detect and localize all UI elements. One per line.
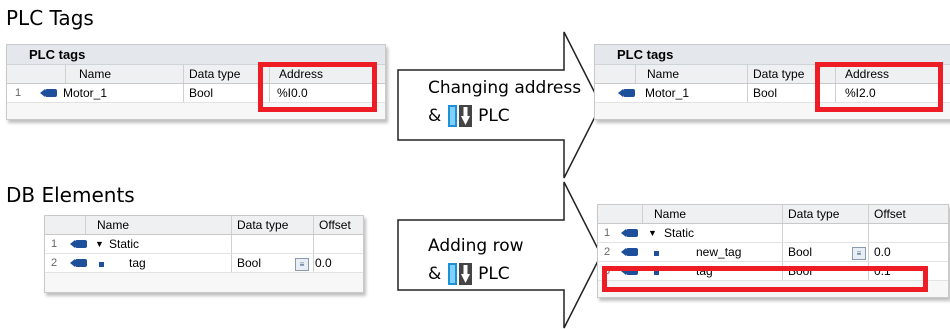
element-offset: 0.0 <box>315 256 332 270</box>
column-header-name[interactable]: Name <box>79 65 111 83</box>
row-number: 2 <box>51 257 58 269</box>
arrow-bottom-label: Adding row <box>428 236 524 256</box>
tag-name[interactable]: Motor_1 <box>645 84 689 102</box>
struct-icon <box>621 224 638 242</box>
table-row[interactable]: 2 new_tag Bool ≡ 0.0 <box>598 243 948 262</box>
tag-data-type[interactable]: Bool <box>189 84 213 102</box>
bullet-icon <box>99 254 104 272</box>
bullet-icon <box>654 243 659 261</box>
arrow-bottom-line2: & PLC <box>428 263 510 285</box>
new-row-highlight <box>602 266 928 292</box>
column-header-data-type[interactable]: Data type <box>753 65 804 83</box>
download-to-plc-icon <box>447 105 472 127</box>
arrow-top-label: Changing address <box>428 78 582 98</box>
table-row[interactable]: 1 ▼ Static <box>45 235 363 254</box>
element-data-type[interactable]: Bool <box>788 243 812 261</box>
row-number: 1 <box>604 227 611 239</box>
tag-icon <box>40 84 57 102</box>
column-header-data-type[interactable]: Data type <box>189 65 240 83</box>
arrow-top-line2: & PLC <box>428 105 510 127</box>
tag-icon <box>70 254 87 272</box>
tag-data-type[interactable]: Bool <box>753 84 777 102</box>
column-header-name[interactable]: Name <box>647 65 679 83</box>
column-header-name[interactable]: Name <box>97 216 129 234</box>
column-header-name[interactable]: Name <box>654 205 686 223</box>
column-header-data-type[interactable]: Data type <box>788 205 839 223</box>
column-header-offset[interactable]: Offset <box>319 216 351 234</box>
table-row[interactable]: 2 tag Bool ≡ 0.0 <box>45 254 363 273</box>
address-highlight-before <box>258 62 377 112</box>
list-icon[interactable]: ≡ <box>852 243 866 261</box>
element-data-type[interactable]: Bool <box>237 254 261 272</box>
element-name[interactable]: Static <box>664 224 694 242</box>
table-row[interactable]: 1 ▼ Static <box>598 224 948 243</box>
db-elements-table-before: Name Data type Offset 1 ▼ Static 2 tag B… <box>44 215 364 293</box>
column-header-offset[interactable]: Offset <box>874 205 906 223</box>
plc-tags-heading: PLC Tags <box>6 6 94 30</box>
element-name[interactable]: new_tag <box>696 243 741 261</box>
tag-icon <box>618 84 635 102</box>
row-number: 1 <box>15 87 22 99</box>
tag-icon <box>621 243 638 261</box>
table-header: Name Data type Offset <box>598 205 948 224</box>
element-name[interactable]: Static <box>109 235 139 253</box>
list-icon[interactable]: ≡ <box>295 254 309 272</box>
collapse-icon[interactable]: ▼ <box>648 224 657 242</box>
row-number: 1 <box>51 238 58 250</box>
address-highlight-after <box>815 62 943 112</box>
db-elements-heading: DB Elements <box>6 183 135 207</box>
collapse-icon[interactable]: ▼ <box>95 235 104 253</box>
download-to-plc-icon <box>447 263 472 285</box>
element-offset: 0.0 <box>874 245 891 259</box>
struct-icon <box>70 235 87 253</box>
row-number: 2 <box>604 246 611 258</box>
element-name[interactable]: tag <box>129 254 146 272</box>
tag-name[interactable]: Motor_1 <box>63 84 107 102</box>
column-header-data-type[interactable]: Data type <box>237 216 288 234</box>
table-header: Name Data type Offset <box>45 216 363 235</box>
